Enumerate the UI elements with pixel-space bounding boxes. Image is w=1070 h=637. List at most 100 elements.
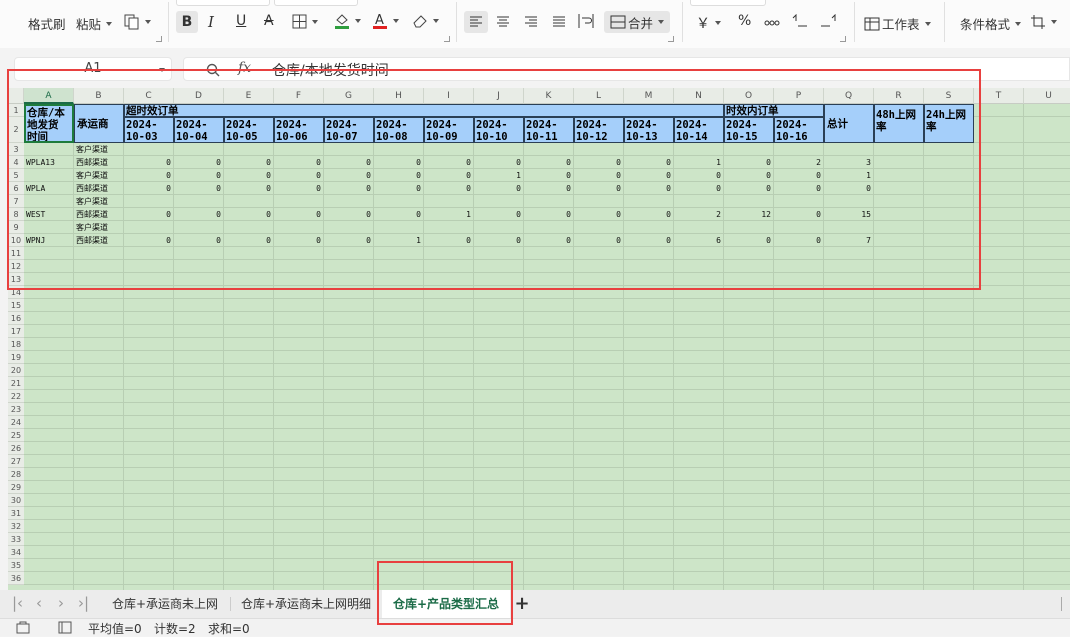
- row-gridline: [24, 467, 1070, 468]
- merge-button[interactable]: 合并: [604, 11, 671, 33]
- alignment-launcher-icon[interactable]: [668, 36, 674, 42]
- status-bar: 平均值=0 计数=2 求和=0: [0, 618, 1070, 636]
- row-header[interactable]: 21: [8, 377, 24, 390]
- add-sheet-button[interactable]: +: [512, 590, 532, 618]
- row-header[interactable]: 16: [8, 312, 24, 325]
- row-gridline: [24, 506, 1070, 507]
- paste-button[interactable]: 粘贴: [76, 14, 113, 33]
- increase-decimal-button[interactable]: [792, 14, 808, 28]
- align-right-icon: [525, 16, 537, 27]
- format-painter-button[interactable]: 格式刷: [28, 14, 66, 33]
- column-header[interactable]: U: [1024, 88, 1070, 104]
- row-header[interactable]: 22: [8, 390, 24, 403]
- status-average: 平均值=0: [88, 622, 142, 636]
- align-left-button[interactable]: [464, 11, 488, 33]
- highlight-box-table: [7, 69, 981, 290]
- worksheet-button[interactable]: 工作表: [864, 14, 931, 33]
- justify-icon: [553, 16, 565, 27]
- currency-button[interactable]: ￥: [696, 13, 721, 33]
- clipboard-launcher-icon[interactable]: [156, 36, 162, 42]
- border-button[interactable]: [292, 14, 318, 29]
- align-center-icon: [497, 16, 509, 27]
- paste-label: 粘贴: [76, 17, 102, 32]
- row-gridline: [24, 584, 1070, 585]
- copy-button[interactable]: [124, 14, 151, 30]
- decrease-decimal-button[interactable]: [820, 14, 836, 28]
- row-header[interactable]: 17: [8, 325, 24, 338]
- sheet-tab-2[interactable]: 仓库+承运商未上网明细: [232, 590, 380, 618]
- row-gridline: [24, 441, 1070, 442]
- thousands-separator-icon: [764, 20, 780, 26]
- bold-button[interactable]: B: [176, 11, 198, 33]
- thousands-button[interactable]: [764, 14, 780, 28]
- cell-size-button[interactable]: [1030, 14, 1057, 30]
- percent-button[interactable]: %: [738, 13, 751, 29]
- row-header[interactable]: 18: [8, 338, 24, 351]
- row-gridline: [24, 571, 1070, 572]
- row-gridline: [24, 545, 1070, 546]
- percent-icon: %: [738, 13, 752, 29]
- row-header[interactable]: 20: [8, 364, 24, 377]
- row-header[interactable]: 15: [8, 299, 24, 312]
- row-header[interactable]: 34: [8, 546, 24, 559]
- underline-button[interactable]: U: [236, 13, 246, 29]
- wrap-text-button[interactable]: [578, 13, 594, 29]
- row-gridline: [24, 428, 1070, 429]
- highlight-box-tab: [377, 561, 513, 625]
- justify-button[interactable]: [552, 16, 566, 28]
- align-center-button[interactable]: [496, 16, 510, 28]
- row-gridline: [24, 480, 1070, 481]
- font-size-dropdown[interactable]: [274, 0, 358, 6]
- font-color-button[interactable]: A: [372, 12, 399, 30]
- conditional-format-button[interactable]: 条件格式: [960, 14, 1022, 33]
- row-gridline: [24, 454, 1070, 455]
- strikethrough-button[interactable]: A: [264, 13, 274, 29]
- clear-format-button[interactable]: [412, 13, 439, 28]
- row-header[interactable]: 31: [8, 507, 24, 520]
- sheet-tab-bar: |‹ ‹ › ›| 仓库+承运商未上网 仓库+承运商未上网明细 仓库+产品类型汇…: [0, 590, 1070, 618]
- row-header[interactable]: 32: [8, 520, 24, 533]
- font-color-icon: A: [373, 13, 387, 29]
- font-name-dropdown[interactable]: [176, 0, 270, 6]
- row-header[interactable]: 26: [8, 442, 24, 455]
- row-header[interactable]: 27: [8, 455, 24, 468]
- row-gridline: [24, 519, 1070, 520]
- status-count: 计数=2: [154, 622, 196, 636]
- row-header[interactable]: 24: [8, 416, 24, 429]
- last-sheet-icon[interactable]: ›|: [78, 594, 89, 612]
- row-header[interactable]: 33: [8, 533, 24, 546]
- row-header[interactable]: 29: [8, 481, 24, 494]
- col-gridline: [1023, 104, 1024, 590]
- worksheet-label: 工作表: [882, 17, 920, 32]
- wrap-text-icon: [578, 14, 594, 28]
- column-header[interactable]: T: [974, 88, 1024, 104]
- italic-button[interactable]: I: [208, 13, 214, 31]
- crop-icon: [1031, 15, 1045, 29]
- number-format-dropdown[interactable]: [690, 0, 766, 6]
- row-header[interactable]: 30: [8, 494, 24, 507]
- align-right-button[interactable]: [524, 16, 538, 28]
- chevron-down-icon: [106, 21, 113, 26]
- sheet-tab-1[interactable]: 仓库+承运商未上网: [102, 590, 228, 618]
- conditional-format-label: 条件格式: [960, 17, 1011, 32]
- first-sheet-icon[interactable]: |‹: [12, 594, 23, 612]
- currency-icon: ￥: [696, 16, 710, 32]
- align-left-icon: [470, 16, 482, 27]
- format-painter-label: 格式刷: [28, 17, 66, 32]
- row-gridline: [24, 493, 1070, 494]
- next-sheet-icon[interactable]: ›: [58, 594, 64, 612]
- row-header[interactable]: 23: [8, 403, 24, 416]
- row-header[interactable]: 19: [8, 351, 24, 364]
- macro-icon[interactable]: [16, 621, 30, 634]
- prev-sheet-icon[interactable]: ‹: [36, 594, 42, 612]
- row-header[interactable]: 28: [8, 468, 24, 481]
- fill-color-button[interactable]: [334, 12, 361, 30]
- fill-color-icon: [335, 14, 349, 29]
- row-header[interactable]: 36: [8, 572, 24, 585]
- row-header[interactable]: 35: [8, 559, 24, 572]
- row-header[interactable]: 25: [8, 429, 24, 442]
- sheet-view-icon[interactable]: [58, 621, 72, 634]
- number-launcher-icon[interactable]: [840, 36, 846, 42]
- tab-splitter[interactable]: [1061, 597, 1064, 611]
- font-launcher-icon[interactable]: [444, 36, 450, 42]
